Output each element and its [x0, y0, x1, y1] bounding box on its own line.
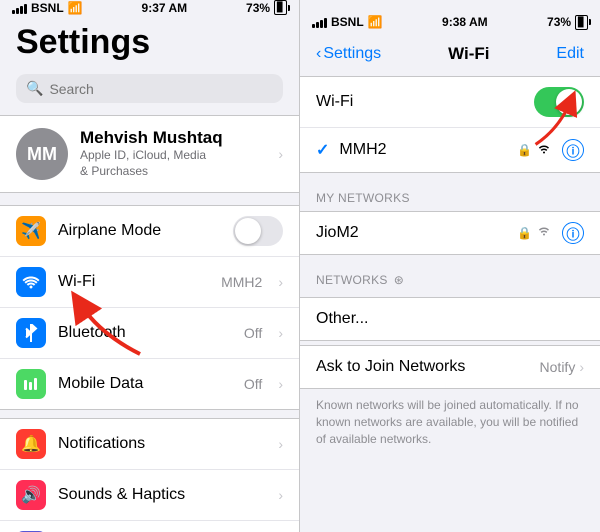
right-time-label: 9:38 AM: [442, 15, 488, 29]
wifi-row[interactable]: Wi-Fi MMH2 ›: [0, 257, 299, 308]
right-battery-label: 73%: [547, 15, 571, 29]
jiom2-network-name: JioM2: [316, 224, 517, 242]
search-bar[interactable]: 🔍: [16, 74, 283, 103]
checkmark-icon: ✓: [316, 140, 329, 160]
sounds-label: Sounds & Haptics: [58, 486, 266, 504]
left-status-bar: BSNL 📶 9:37 AM 73% ▊: [0, 0, 299, 15]
my-networks-label: MY NETWORKS: [316, 191, 410, 205]
networks-label: NETWORKS: [316, 273, 388, 287]
profile-info: Mehvish Mushtaq Apple ID, iCloud, Media&…: [80, 128, 266, 179]
wifi-icon: 📶: [68, 1, 83, 15]
bluetooth-value: Off: [244, 325, 262, 341]
back-chevron-icon: ‹: [316, 45, 321, 63]
bluetooth-label: Bluetooth: [58, 324, 232, 342]
my-networks-header: MY NETWORKS: [300, 173, 600, 211]
carrier-info: BSNL 📶: [12, 1, 83, 15]
bluetooth-chevron-icon: ›: [278, 325, 283, 341]
profile-row[interactable]: MM Mehvish Mushtaq Apple ID, iCloud, Med…: [0, 115, 299, 193]
misc-settings-group: 🔔 Notifications › 🔊 Sounds & Haptics › 🌙…: [0, 418, 299, 532]
airplane-mode-row[interactable]: ✈️ Airplane Mode: [0, 206, 299, 257]
jiom2-network-row[interactable]: JioM2 🔒 ⓘ: [300, 211, 600, 255]
notifications-icon: 🔔: [16, 429, 46, 459]
wifi-nav-bar: ‹ Settings Wi-Fi Edit: [300, 44, 600, 72]
profile-name: Mehvish Mushtaq: [80, 128, 266, 148]
search-input[interactable]: [49, 81, 273, 97]
ask-to-join-value: Notify: [540, 359, 576, 375]
mobile-data-icon: [16, 369, 46, 399]
sounds-icon: 🔊: [16, 480, 46, 510]
notifications-row[interactable]: 🔔 Notifications ›: [0, 419, 299, 470]
loading-icon: ⊛: [394, 273, 404, 287]
search-icon: 🔍: [26, 80, 43, 97]
right-status-bar: BSNL 📶 9:38 AM 73% ▊: [300, 0, 600, 44]
wifi-toggle-row[interactable]: Wi-Fi: [300, 77, 600, 128]
profile-chevron-icon: ›: [278, 146, 283, 162]
jiom2-lock-icon: 🔒: [517, 226, 532, 240]
sounds-chevron-icon: ›: [278, 487, 283, 503]
time-label: 9:37 AM: [142, 1, 188, 15]
edit-button[interactable]: Edit: [556, 45, 584, 63]
airplane-mode-toggle[interactable]: [233, 216, 283, 246]
ask-to-join-label: Ask to Join Networks: [316, 358, 540, 376]
right-battery-icon: ▊: [575, 15, 588, 30]
focus-row[interactable]: 🌙 Focus ›: [0, 521, 299, 532]
wifi-chevron-icon: ›: [278, 274, 283, 290]
profile-subtitle: Apple ID, iCloud, Media& Purchases: [80, 148, 266, 179]
mobile-data-label: Mobile Data: [58, 375, 232, 393]
networks-header: NETWORKS ⊛: [300, 255, 600, 293]
sounds-row[interactable]: 🔊 Sounds & Haptics ›: [0, 470, 299, 521]
notifications-chevron-icon: ›: [278, 436, 283, 452]
mobile-data-chevron-icon: ›: [278, 376, 283, 392]
connectivity-settings-group: ✈️ Airplane Mode Wi-Fi MMH2 ›: [0, 205, 299, 410]
battery-info: 73% ▊: [246, 0, 287, 15]
other-network-row[interactable]: Other...: [300, 297, 600, 341]
mobile-data-row[interactable]: Mobile Data Off ›: [0, 359, 299, 409]
jiom2-network-icons: 🔒 ⓘ: [517, 222, 584, 244]
jiom2-wifi-icon: [536, 224, 552, 242]
back-label: Settings: [323, 45, 381, 63]
lock-icon: 🔒: [517, 143, 532, 157]
ask-to-join-row[interactable]: Ask to Join Networks Notify ›: [300, 345, 600, 389]
connected-network-name: MMH2: [339, 141, 517, 159]
notifications-label: Notifications: [58, 435, 266, 453]
right-battery-info: 73% ▊: [547, 15, 588, 30]
bluetooth-row[interactable]: Bluetooth Off ›: [0, 308, 299, 359]
wifi-strength-icon: [536, 142, 552, 158]
signal-icon: [12, 2, 27, 14]
network-status-icons: 🔒 ⓘ: [517, 139, 584, 161]
wifi-footer-text: Known networks will be joined automatica…: [300, 389, 600, 455]
page-title: Settings: [0, 15, 299, 66]
wifi-main-toggle[interactable]: [534, 87, 584, 117]
battery-label: 73%: [246, 1, 270, 15]
wifi-label: Wi-Fi: [58, 273, 209, 291]
ask-to-join-chevron-icon: ›: [579, 359, 584, 375]
airplane-mode-icon: ✈️: [16, 216, 46, 246]
wifi-page-title: Wi-Fi: [448, 44, 489, 64]
wifi-toggle-section: Wi-Fi ✓ MMH2 🔒 ⓘ: [300, 76, 600, 173]
bluetooth-icon: [16, 318, 46, 348]
jiom2-info-button[interactable]: ⓘ: [562, 222, 584, 244]
mobile-data-value: Off: [244, 376, 262, 392]
other-network-name: Other...: [316, 310, 584, 328]
battery-icon: ▊: [274, 0, 287, 15]
right-wifi-icon: 📶: [368, 15, 383, 29]
right-signal-icon: [312, 16, 327, 28]
back-button[interactable]: ‹ Settings: [316, 45, 381, 63]
connected-network-row[interactable]: ✓ MMH2 🔒 ⓘ: [300, 128, 600, 172]
wifi-main-label: Wi-Fi: [316, 93, 534, 111]
avatar: MM: [16, 128, 68, 180]
carrier-label: BSNL: [31, 1, 64, 15]
wifi-icon: [16, 267, 46, 297]
right-carrier-label: BSNL: [331, 15, 364, 29]
network-info-button[interactable]: ⓘ: [562, 139, 584, 161]
right-carrier-info: BSNL 📶: [312, 15, 383, 29]
wifi-value: MMH2: [221, 274, 262, 290]
airplane-mode-label: Airplane Mode: [58, 222, 221, 240]
